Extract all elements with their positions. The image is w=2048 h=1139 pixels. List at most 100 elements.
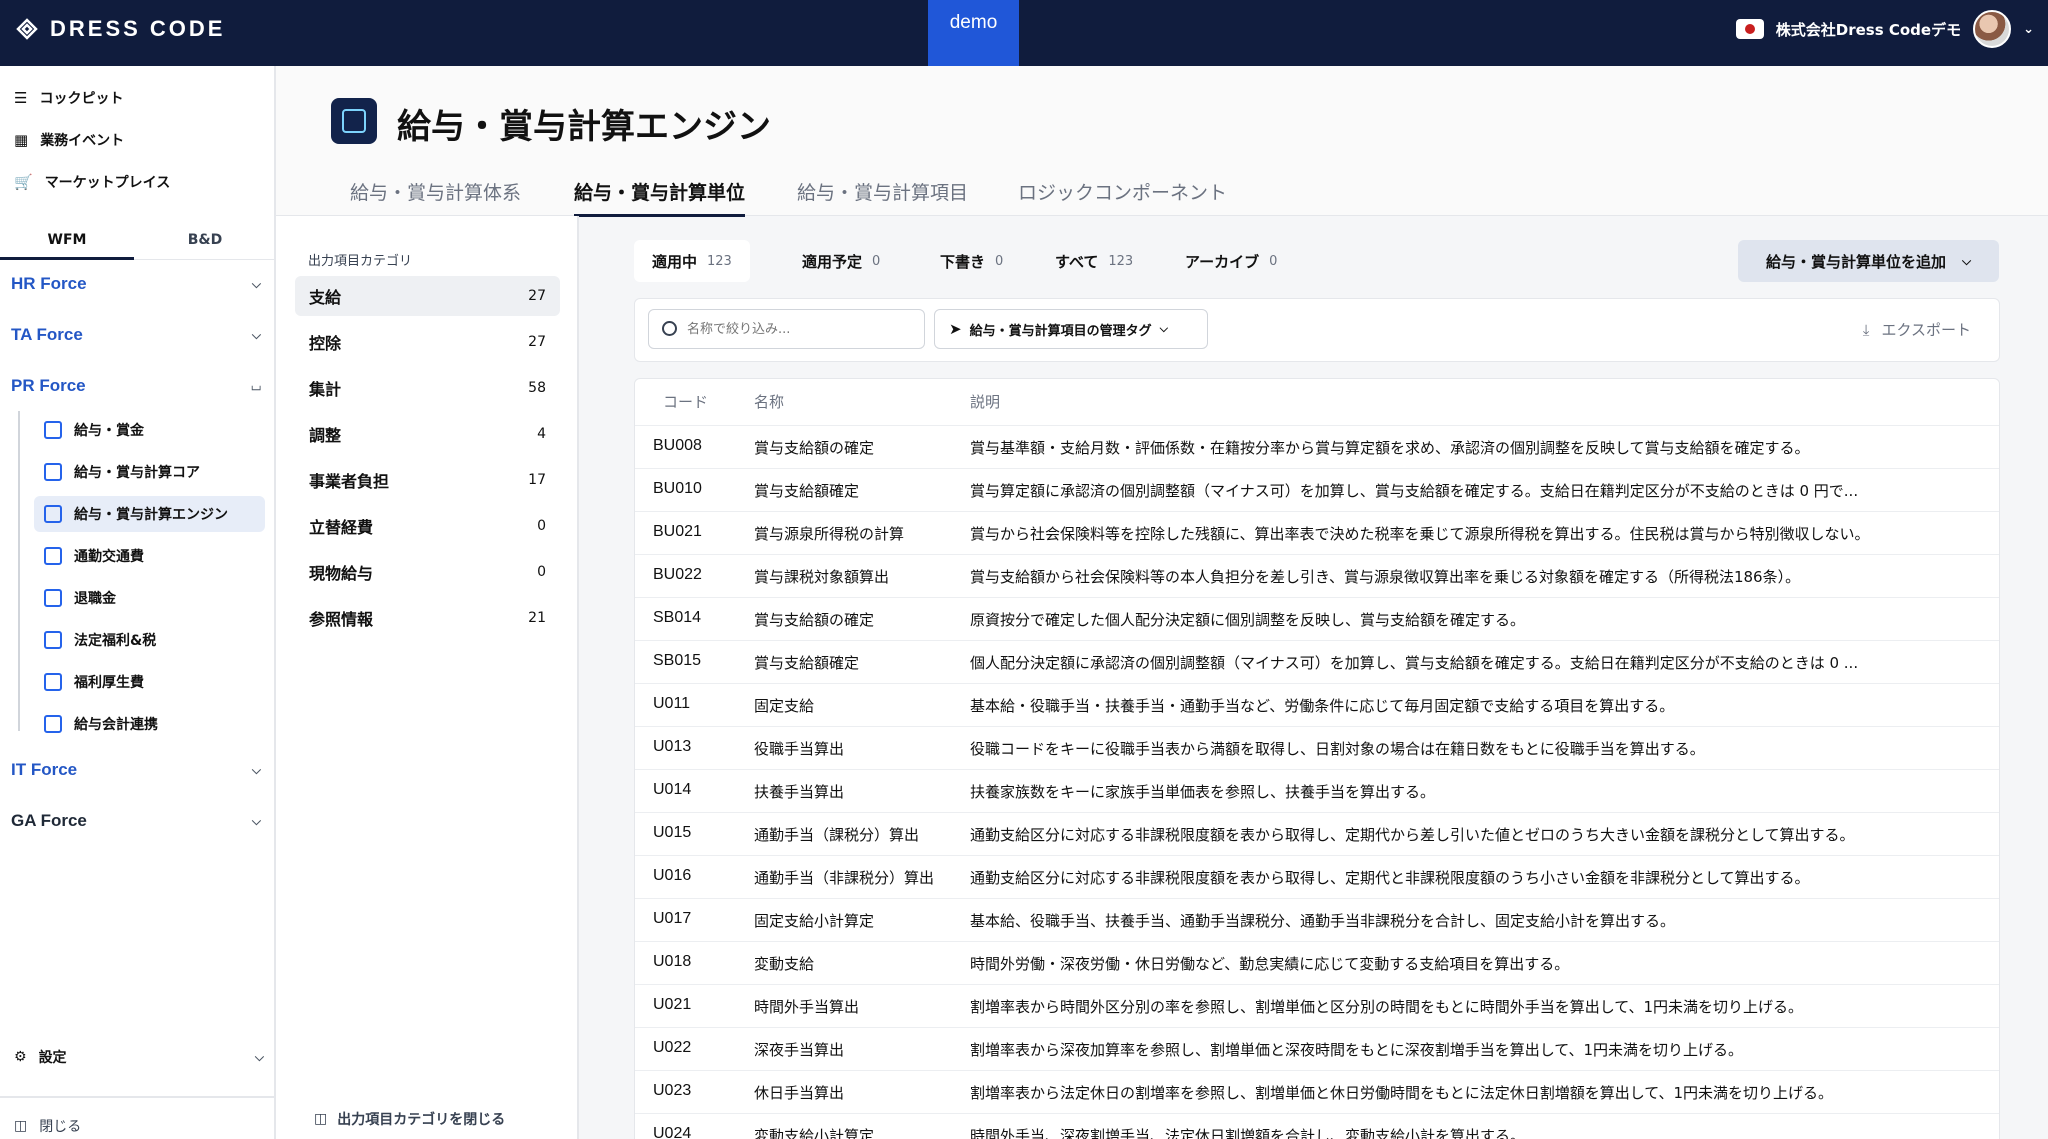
- account-menu[interactable]: 株式会社Dress Codeデモ ⌄: [1735, 10, 2034, 48]
- table-row[interactable]: U016 通勤手当（非課税分）算出 通勤支給区分に対応する非課税限度額を表から取得し…: [635, 855, 1999, 898]
- export-button[interactable]: ⤓ エクスポート: [1863, 319, 1971, 340]
- category-item[interactable]: 現物給与 0: [295, 552, 560, 592]
- status-tab-draft[interactable]: 下書き 0: [922, 240, 1021, 282]
- sidebar-item-calc-core[interactable]: 給与・賞与計算コア: [34, 454, 265, 490]
- status-tab-label: すべて: [1055, 252, 1099, 271]
- sidebar-item-marketplace[interactable]: 🛒 マーケットプレイス: [14, 172, 170, 192]
- category-item[interactable]: 集計 58: [295, 368, 560, 408]
- row-name: 賞与支給額確定: [754, 482, 860, 500]
- category-label: 集計: [309, 380, 342, 399]
- table-row[interactable]: BU021 賞与源泉所得税の計算 賞与から社会保険料等を控除した残額に、算出率表で決…: [635, 511, 1999, 554]
- status-tab-scheduled[interactable]: 適用予定 0: [784, 240, 898, 282]
- table-row[interactable]: U022 深夜手当算出 割増率表から深夜加算率を参照し、割増単価と深夜時間をもとに深…: [635, 1027, 1999, 1070]
- row-description: 賞与基準額・支給月数・評価係数・在籍按分率から賞与算定額を求め、承認済の個別調整…: [970, 439, 1810, 457]
- tag-filter-dropdown[interactable]: ➤ 給与・賞与計算項目の管理タグ ⌵: [934, 309, 1208, 349]
- status-tab-label: アーカイブ: [1185, 252, 1260, 271]
- force-pr[interactable]: PR Force ⌴: [11, 376, 261, 396]
- force-hr[interactable]: HR Force ⌵: [11, 274, 261, 294]
- table-row[interactable]: SB014 賞与支給額の確定 原資按分で確定した個人配分決定額に個別調整を反映し、賞…: [635, 597, 1999, 640]
- row-description: 時間外労働・深夜労働・休日労働など、勤怠実績に応じて変動する支給項目を算出する。: [970, 955, 1570, 973]
- brand-logo[interactable]: DRESS CODE: [14, 16, 225, 42]
- sidebar-item-salary[interactable]: 給与・賞金: [34, 412, 265, 448]
- force-label: HR Force: [11, 274, 87, 293]
- sidebar-item-welfare-tax[interactable]: 法定福利&税: [34, 622, 265, 658]
- tab-wfm[interactable]: WFM: [0, 232, 134, 260]
- search-input[interactable]: [648, 309, 925, 349]
- cart-icon: 🛒: [14, 173, 33, 191]
- table-row[interactable]: U017 固定支給小計算定 基本給、役職手当、扶養手当、通勤手当課税分、通勤手当非課…: [635, 898, 1999, 941]
- sidebar-item-cockpit[interactable]: ☰ コックピット: [14, 88, 123, 108]
- row-description: 基本給・役職手当・扶養手当・通勤手当など、労働条件に応じて毎月固定額で支給する項…: [970, 697, 1675, 715]
- tab-bd[interactable]: B&D: [138, 232, 272, 248]
- table-row[interactable]: BU022 賞与課税対象額算出 賞与支給額から社会保険料等の本人負担分を差し引き、賞…: [635, 554, 1999, 597]
- sidebar-item-label: マーケットプレイス: [44, 175, 171, 191]
- category-item[interactable]: 参照情報 21: [295, 598, 560, 638]
- row-description: 役職コードをキーに役職手当表から満額を取得し、日割対象の場合は在籍日数をもとに役…: [970, 740, 1705, 758]
- tab-logic-component[interactable]: ロジックコンポーネント: [1018, 178, 1227, 205]
- add-button-label: 給与・賞与計算単位を追加: [1765, 252, 1946, 271]
- force-it[interactable]: IT Force ⌵: [11, 760, 261, 780]
- chevron-down-icon: ⌵: [251, 762, 261, 777]
- chevron-down-icon[interactable]: ⌄: [2023, 22, 2034, 37]
- dresscode-logo-icon: [16, 18, 38, 40]
- table-row[interactable]: BU008 賞与支給額の確定 賞与基準額・支給月数・評価係数・在籍按分率から賞与算定…: [635, 425, 1999, 468]
- table-row[interactable]: U018 変動支給 時間外労働・深夜労働・休日労働など、勤怠実績に応じて変動する支給…: [635, 941, 1999, 984]
- collapse-sidebar-button[interactable]: ◫ 閉じる: [14, 1116, 81, 1136]
- tag-icon: ➤: [949, 320, 962, 338]
- table-row[interactable]: U023 休日手当算出 割増率表から法定休日の割増率を参照し、割増単価と休日労働時間…: [635, 1070, 1999, 1113]
- document-icon: [44, 715, 62, 733]
- sidebar-item-calc-engine[interactable]: 給与・賞与計算エンジン: [34, 496, 265, 532]
- sidebar-item-label: 給与・賞金: [74, 423, 144, 439]
- table-row[interactable]: U014 扶養手当算出 扶養家族数をキーに家族手当単価表を参照し、扶養手当を算出する…: [635, 769, 1999, 812]
- tree-line: [18, 411, 20, 731]
- category-item[interactable]: 控除 27: [295, 322, 560, 362]
- status-tab-all[interactable]: すべて 123: [1037, 240, 1151, 282]
- avatar[interactable]: [1973, 10, 2012, 48]
- tab-calc-unit[interactable]: 給与・賞与計算単位: [574, 178, 746, 217]
- status-tab-archive[interactable]: アーカイブ 0: [1167, 240, 1295, 282]
- category-label: 現物給与: [309, 564, 374, 583]
- settings-menu[interactable]: ⚙ 設定 ⌵: [14, 1047, 264, 1067]
- row-name: 賞与支給額の確定: [754, 439, 875, 457]
- table-row[interactable]: SB015 賞与支給額確定 個人配分決定額に承認済の個別調整額（マイナス可）を加算し…: [635, 640, 1999, 683]
- category-item[interactable]: 事業者負担 17: [295, 460, 560, 500]
- calc-engine-icon: [331, 98, 377, 144]
- top-bar: DRESS CODE demo 株式会社Dress Codeデモ ⌄: [0, 0, 2048, 66]
- calc-engine-icon: [44, 505, 62, 523]
- force-ta[interactable]: TA Force ⌵: [11, 325, 261, 345]
- sidebar-tabs: WFM B&D: [0, 226, 276, 260]
- category-item[interactable]: 調整 4: [295, 414, 560, 454]
- table-row[interactable]: BU010 賞与支給額確定 賞与算定額に承認済の個別調整額（マイナス可）を加算し、賞…: [635, 468, 1999, 511]
- sidebar-item-benefits[interactable]: 福利厚生費: [34, 664, 265, 700]
- tab-calc-system[interactable]: 給与・賞与計算体系: [350, 178, 521, 205]
- sidebar-item-accounting[interactable]: 給与会計連携: [34, 706, 265, 742]
- page-title: 給与・賞与計算エンジン: [397, 107, 771, 147]
- category-item[interactable]: 立替経費 0: [295, 506, 560, 546]
- page-header: 給与・賞与計算エンジン 給与・賞与計算体系 給与・賞与計算単位 給与・賞与計算項…: [276, 66, 2048, 217]
- table-row[interactable]: U011 固定支給 基本給・役職手当・扶養手当・通勤手当など、労働条件に応じて毎月固…: [635, 683, 1999, 726]
- force-ga[interactable]: GA Force ⌵: [11, 811, 261, 831]
- sidebar-item-commute[interactable]: 通勤交通費: [34, 538, 265, 574]
- table-row[interactable]: U024 変動支給小計算定 時間外手当、深夜割増手当、法定休日割増額を合計し、変動支…: [635, 1113, 1999, 1139]
- table-row[interactable]: U015 通勤手当（課税分）算出 通勤支給区分に対応する非課税限度額を表から取得し、…: [635, 812, 1999, 855]
- category-item[interactable]: 支給 27: [295, 276, 560, 316]
- export-label: エクスポート: [1881, 321, 1971, 339]
- row-name: 扶養手当算出: [754, 783, 845, 801]
- row-description: 扶養家族数をキーに家族手当単価表を参照し、扶養手当を算出する。: [970, 783, 1436, 801]
- close-category-panel-button[interactable]: ◫ 出力項目カテゴリを閉じる: [314, 1109, 505, 1129]
- search-icon: [662, 321, 677, 336]
- table-row[interactable]: U021 時間外手当算出 割増率表から時間外区分別の率を参照し、割増単価と区分別の時…: [635, 984, 1999, 1027]
- category-count: 4: [537, 426, 546, 442]
- sidebar-item-label: 業務イベント: [40, 133, 125, 149]
- sidebar-item-business-events[interactable]: ▦ 業務イベント: [14, 130, 124, 150]
- table-row[interactable]: U013 役職手当算出 役職コードをキーに役職手当表から満額を取得し、日割対象の場合…: [635, 726, 1999, 769]
- sidebar-item-retirement[interactable]: 退職金: [34, 580, 265, 616]
- row-code: BU021: [653, 523, 702, 540]
- add-calc-unit-button[interactable]: 給与・賞与計算単位を追加 ⌵: [1738, 240, 1999, 282]
- row-code: U022: [653, 1039, 692, 1056]
- category-panel: 出力項目カテゴリ 支給 27 控除 27 集計 58 調整 4 事業者負担 17 立替経費…: [276, 216, 579, 1139]
- status-tab-active[interactable]: 適用中 123: [634, 240, 750, 282]
- piggy-bank-icon: [44, 589, 62, 607]
- tab-calc-item[interactable]: 給与・賞与計算項目: [797, 178, 968, 205]
- category-label: 調整: [309, 426, 342, 445]
